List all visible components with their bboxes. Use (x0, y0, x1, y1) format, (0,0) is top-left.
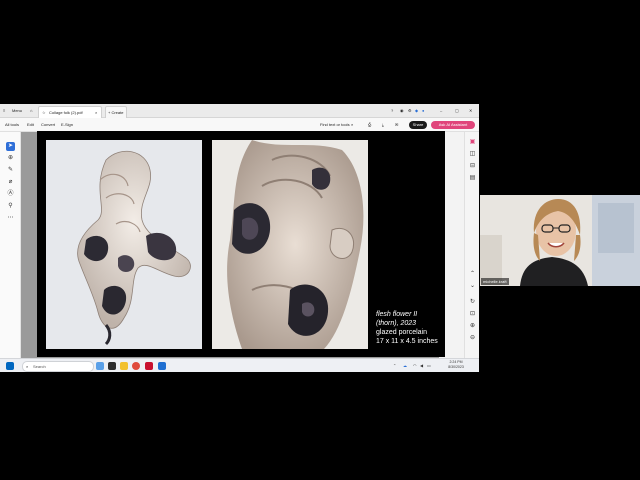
minimize-icon[interactable]: – (440, 108, 442, 113)
find-text-input[interactable]: Find text or tools (320, 122, 350, 127)
participant-name-label: michelle.kraft (481, 278, 509, 285)
ai-assistant-button[interactable]: Ask AI Assistant (431, 121, 475, 129)
chrome-icon[interactable] (132, 362, 140, 370)
volume-icon[interactable]: ◀ (420, 363, 423, 368)
home-icon[interactable]: ⌂ (30, 108, 32, 113)
battery-icon[interactable]: ▭ (427, 363, 431, 368)
stamp-tool-icon[interactable]: ⚲ (6, 202, 15, 211)
artwork-dimensions: 17 x 11 x 4.5 inches (376, 338, 438, 345)
zoom-out-icon[interactable]: ⊖ (468, 334, 477, 343)
notifications-icon[interactable]: ◉ (400, 108, 404, 113)
fit-page-icon[interactable]: ⊡ (468, 310, 477, 319)
download-icon[interactable]: ⤓ (382, 122, 384, 127)
clock-date: 8/30/2023 (448, 365, 464, 369)
apps-icon[interactable]: ◆ (415, 108, 418, 113)
create-tab[interactable]: + Create (105, 106, 127, 118)
comment-icon[interactable]: ▣ (468, 138, 477, 147)
artwork-material: glazed porcelain (376, 329, 427, 336)
outlook-icon[interactable] (158, 362, 166, 370)
participant-video (480, 195, 640, 286)
title-bar: ≡ Menu ⌂ ☆ Collage folk (2).pdf × + Crea… (0, 104, 479, 118)
highlight-tool-icon[interactable]: ⌀ (6, 178, 15, 187)
pen-tool-icon[interactable]: ✎ (6, 166, 15, 175)
page-thumbnails-icon[interactable]: ▤ (468, 174, 477, 183)
search-icon[interactable]: ⌕ (351, 122, 353, 127)
document-tab-title: Collage folk (2).pdf (49, 110, 83, 115)
wifi-icon[interactable]: ◠ (413, 363, 417, 368)
sculpture-photo-closeup (212, 140, 368, 349)
left-tool-rail: ➤ ⊕ ✎ ⌀ Ⓐ ⚲ ⋯ (0, 132, 21, 360)
artwork-caption: flesh flower II (thorn), 2023 glazed por… (376, 310, 446, 346)
all-tools-button[interactable]: All tools (5, 122, 19, 127)
artwork-title: flesh flower II (376, 311, 418, 318)
maximize-icon[interactable]: ▢ (455, 108, 459, 113)
artwork-subtitle: (thorn), 2023 (376, 320, 417, 327)
create-tab-label: + Create (108, 110, 124, 115)
windows-start-icon[interactable] (6, 362, 14, 370)
star-icon[interactable]: ☆ (42, 110, 46, 115)
select-tool-icon[interactable]: ➤ (6, 142, 15, 151)
convert-button[interactable]: Convert (41, 122, 55, 127)
tray-chevron-icon[interactable]: ⌃ (393, 363, 396, 368)
sculpture-full-illustration (77, 151, 191, 346)
close-tab-icon[interactable]: × (95, 110, 97, 115)
terminal-icon[interactable] (108, 362, 116, 370)
settings-icon[interactable]: ⚙ (408, 108, 412, 113)
share-button[interactable]: Share (409, 121, 427, 129)
taskbar-search-placeholder: Search (33, 364, 46, 369)
profile-icon[interactable]: ● (422, 108, 424, 113)
right-tool-rail: ▣ ◫ ⊟ ▤ ⌃ ⌄ ↻ ⊡ ⊕ ⊖ (464, 132, 479, 360)
taskbar-clock[interactable]: 2:24 PM 8/30/2023 (443, 360, 469, 370)
print-icon[interactable]: ⎙ (368, 122, 371, 127)
participant-video-frame (480, 195, 640, 286)
app-toolbar: All tools Edit Convert E-Sign Find text … (0, 118, 479, 132)
menu-icon[interactable]: ≡ (3, 108, 5, 113)
sculpture-closeup-illustration (227, 140, 364, 349)
windows-taskbar: ⌕ Search ⌃ ☁ ◠ ◀ ▭ 2:24 PM 8/30/2023 (0, 358, 479, 372)
menu-label[interactable]: Menu (12, 108, 22, 113)
mail-icon[interactable]: ✉ (395, 122, 398, 127)
taskbar-search-box[interactable]: ⌕ Search (22, 361, 94, 372)
onedrive-icon[interactable]: ☁ (403, 363, 407, 368)
sculpture-photo-full (46, 140, 202, 349)
esign-button[interactable]: E-Sign (61, 122, 73, 127)
taskbar-search-icon: ⌕ (26, 364, 29, 369)
acrobat-icon[interactable] (145, 362, 153, 370)
document-tab[interactable]: ☆ Collage folk (2).pdf × (38, 106, 102, 118)
task-view-icon[interactable] (96, 362, 104, 370)
zoom-tool-icon[interactable]: ⊕ (6, 154, 15, 163)
bookmark-icon[interactable]: ◫ (468, 150, 477, 159)
file-explorer-icon[interactable] (120, 362, 128, 370)
rotate-icon[interactable]: ↻ (468, 298, 477, 307)
text-tool-icon[interactable]: Ⓐ (6, 190, 15, 199)
help-icon[interactable]: ? (391, 108, 393, 113)
page-down-icon[interactable]: ⌄ (468, 282, 477, 291)
attachment-icon[interactable]: ⊟ (468, 162, 477, 171)
close-window-icon[interactable]: ✕ (469, 108, 472, 113)
zoom-in-icon[interactable]: ⊕ (468, 322, 477, 331)
edit-button[interactable]: Edit (27, 122, 34, 127)
page-up-icon[interactable]: ⌃ (468, 270, 477, 279)
more-tools-icon[interactable]: ⋯ (6, 214, 15, 223)
